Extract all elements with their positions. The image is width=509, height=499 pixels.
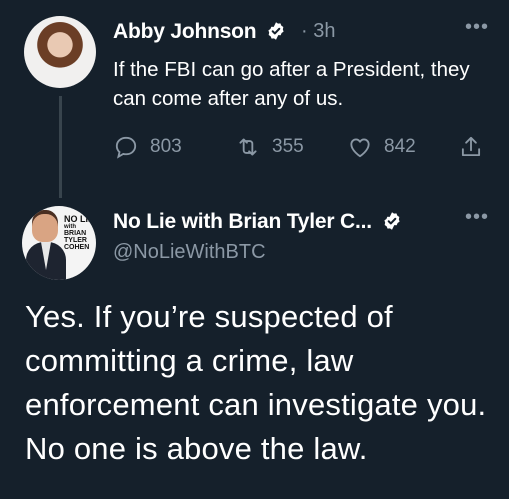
share-icon [461, 136, 481, 157]
author-handle[interactable]: @NoLieWithBTC [113, 241, 266, 264]
author-name[interactable]: Abby Johnson [113, 20, 286, 44]
verified-badge-icon [383, 212, 400, 230]
more-icon[interactable]: ••• [465, 16, 489, 39]
action-bar: 803 355 842 [113, 134, 493, 164]
logo-line: BRIAN [64, 230, 87, 237]
avatar-logo: NO LIE with BRIAN TYLER COHEN [64, 214, 95, 252]
reply-icon [115, 136, 137, 159]
avatar-abby-johnson[interactable] [24, 16, 96, 88]
tweet-text: Yes. If you’re suspected of committing a… [25, 299, 487, 466]
reply-button[interactable]: 803 [113, 134, 182, 160]
tweet-text: If the FBI can go after a President, the… [113, 58, 470, 110]
share-button[interactable] [458, 134, 495, 160]
avatar-face [32, 214, 58, 242]
timestamp[interactable]: · 3h [301, 20, 335, 43]
retweet-icon [239, 138, 257, 156]
thread-connector [59, 96, 62, 198]
retweet-button[interactable]: 355 [235, 134, 304, 160]
logo-line: NO LIE [64, 214, 95, 224]
author-name-text[interactable]: Abby Johnson [113, 20, 257, 43]
verified-badge-icon [268, 22, 284, 40]
reply-count: 803 [150, 136, 182, 157]
author-name[interactable]: No Lie with Brian Tyler C... [113, 210, 402, 234]
retweet-count: 355 [272, 136, 304, 157]
like-icon [350, 138, 370, 158]
author-name-text[interactable]: No Lie with Brian Tyler C... [113, 210, 372, 233]
logo-line: TYLER [64, 237, 87, 244]
like-count: 842 [384, 136, 416, 157]
logo-line: COHEN [64, 244, 90, 251]
reply-tweet[interactable]: NO LIE with BRIAN TYLER COHEN No Lie wit… [0, 200, 509, 499]
more-icon[interactable]: ••• [465, 206, 489, 229]
like-button[interactable]: 842 [347, 134, 416, 160]
parent-tweet[interactable]: Abby Johnson · 3h ••• If the FBI can go … [0, 0, 509, 200]
avatar-no-lie-with-btc[interactable]: NO LIE with BRIAN TYLER COHEN [22, 206, 96, 280]
